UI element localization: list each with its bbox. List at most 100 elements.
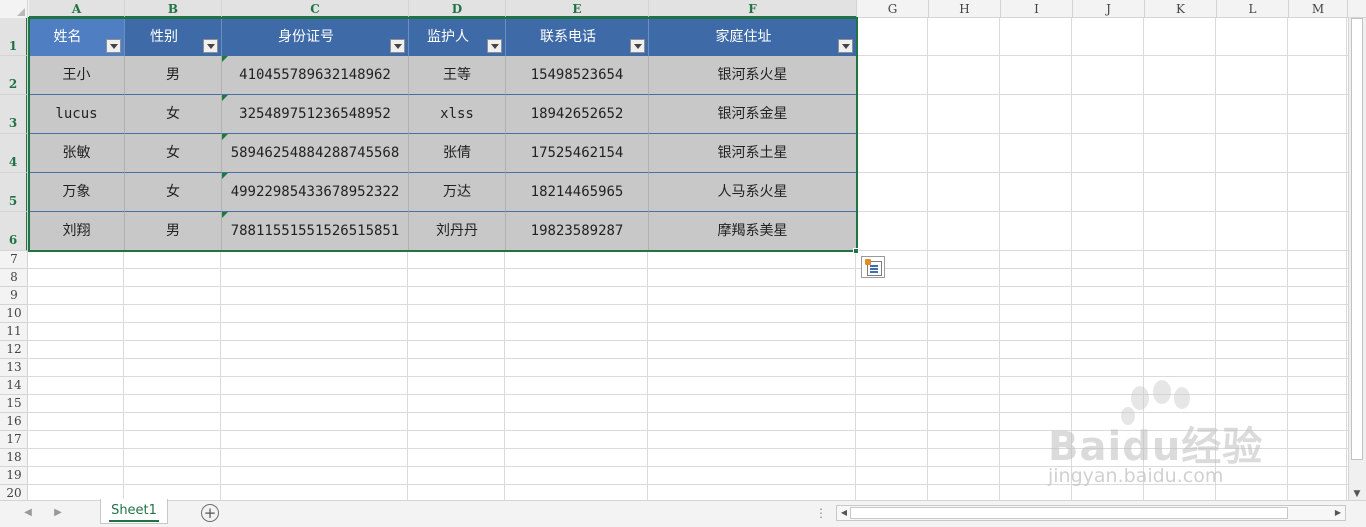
column-header-f[interactable]: F (649, 0, 857, 18)
column-header-h[interactable]: H (929, 0, 1001, 18)
row-header-17[interactable]: 17 (0, 431, 27, 449)
table-cell[interactable]: 325489751236548952 (222, 95, 409, 134)
table-cell-value: xlss (440, 106, 474, 122)
row-header-16[interactable]: 16 (0, 413, 27, 431)
table-cell-value: 摩羯系美星 (717, 223, 788, 239)
horizontal-scroll-thumb[interactable] (850, 507, 1288, 519)
table-cell[interactable]: 15498523654 (506, 56, 649, 95)
error-indicator-icon[interactable] (222, 95, 228, 101)
table-cell[interactable]: 银河系火星 (649, 56, 857, 95)
table-cell-value: lucus (55, 106, 98, 122)
grid-row-line (28, 412, 1348, 413)
table-cell[interactable]: 18214465965 (506, 173, 649, 212)
row-header-4[interactable]: 4 (0, 134, 27, 173)
table-cell-value: 张敏 (62, 145, 91, 161)
column-header-d[interactable]: D (409, 0, 506, 18)
table-cell-value: 刘翔 (62, 223, 91, 239)
filter-dropdown-icon[interactable] (203, 39, 218, 53)
column-header-b[interactable]: B (125, 0, 222, 18)
table-cell[interactable]: 17525462154 (506, 134, 649, 173)
table-header-cell[interactable]: 性别 (125, 18, 222, 56)
table-header-cell[interactable]: 联系电话 (506, 18, 649, 56)
row-header-18[interactable]: 18 (0, 449, 27, 467)
split-handle-icon[interactable]: ⋮ (815, 504, 827, 522)
row-header-13[interactable]: 13 (0, 359, 27, 377)
table-cell[interactable]: 78811551551526515851 (222, 212, 409, 251)
table-cell[interactable]: 刘翔 (29, 212, 125, 251)
table-cell[interactable]: 19823589287 (506, 212, 649, 251)
row-header-6[interactable]: 6 (0, 212, 27, 251)
table-cell[interactable]: 万象 (29, 173, 125, 212)
error-indicator-icon[interactable] (222, 212, 228, 218)
table-cell[interactable]: 女 (125, 134, 222, 173)
quick-analysis-button[interactable] (861, 256, 885, 278)
row-header-7[interactable]: 7 (0, 251, 27, 269)
table-cell[interactable]: 58946254884288745568 (222, 134, 409, 173)
table-cell[interactable]: 男 (125, 212, 222, 251)
row-header-20[interactable]: 20 (0, 485, 27, 500)
table-cell[interactable]: xlss (409, 95, 506, 134)
row-header-9[interactable]: 9 (0, 287, 27, 305)
row-header-5[interactable]: 5 (0, 173, 27, 212)
table-cell[interactable]: 银河系土星 (649, 134, 857, 173)
filter-dropdown-icon[interactable] (390, 39, 405, 53)
filter-dropdown-icon[interactable] (487, 39, 502, 53)
column-header-c[interactable]: C (222, 0, 409, 18)
next-sheet-arrow-icon[interactable]: ▶ (50, 504, 66, 522)
select-all-corner[interactable] (0, 0, 28, 18)
column-header-j[interactable]: J (1073, 0, 1145, 18)
row-header-10[interactable]: 10 (0, 305, 27, 323)
table-cell[interactable]: 人马系火星 (649, 173, 857, 212)
scroll-down-arrow-icon[interactable]: ▼ (1350, 488, 1364, 500)
row-header-15[interactable]: 15 (0, 395, 27, 413)
table-cell[interactable]: 女 (125, 95, 222, 134)
row-header-1[interactable]: 1 (0, 18, 27, 56)
column-header-m[interactable]: M (1289, 0, 1348, 18)
row-header-2[interactable]: 2 (0, 56, 27, 95)
table-cell[interactable]: 摩羯系美星 (649, 212, 857, 251)
table-header-cell[interactable]: 身份证号 (222, 18, 409, 56)
table-header-cell[interactable]: 姓名 (29, 18, 125, 56)
row-header-11[interactable]: 11 (0, 323, 27, 341)
table-cell[interactable]: 银河系金星 (649, 95, 857, 134)
scroll-right-arrow-icon[interactable]: ▶ (1331, 505, 1345, 521)
error-indicator-icon[interactable] (222, 56, 228, 62)
column-header-a[interactable]: A (29, 0, 125, 18)
column-header-l[interactable]: L (1217, 0, 1289, 18)
column-header-i[interactable]: I (1001, 0, 1073, 18)
row-header-12[interactable]: 12 (0, 341, 27, 359)
error-indicator-icon[interactable] (222, 173, 228, 179)
filter-dropdown-icon[interactable] (106, 39, 121, 53)
row-header-19[interactable]: 19 (0, 467, 27, 485)
sheet-tab-sheet1[interactable]: Sheet1 (100, 499, 168, 524)
table-cell[interactable]: 刘丹丹 (409, 212, 506, 251)
table-header-cell[interactable]: 家庭住址 (649, 18, 857, 56)
table-cell[interactable]: 410455789632148962 (222, 56, 409, 95)
error-indicator-icon[interactable] (222, 134, 228, 140)
table-cell[interactable]: 张敏 (29, 134, 125, 173)
filter-dropdown-icon[interactable] (838, 39, 853, 53)
row-header-14[interactable]: 14 (0, 377, 27, 395)
table-cell[interactable]: 万达 (409, 173, 506, 212)
table-cell[interactable]: 张倩 (409, 134, 506, 173)
prev-sheet-arrow-icon[interactable]: ◀ (20, 504, 36, 522)
column-header-e[interactable]: E (506, 0, 649, 18)
row-header-8[interactable]: 8 (0, 269, 27, 287)
table-cell[interactable]: 18942652652 (506, 95, 649, 134)
table-cell[interactable]: lucus (29, 95, 125, 134)
row-header-3[interactable]: 3 (0, 95, 27, 134)
grid-column-line (1346, 18, 1347, 500)
vertical-scroll-thumb[interactable] (1351, 18, 1363, 460)
table-cell[interactable]: 女 (125, 173, 222, 212)
filter-dropdown-icon[interactable] (630, 39, 645, 53)
table-cell[interactable]: 王小 (29, 56, 125, 95)
table-cell[interactable]: 男 (125, 56, 222, 95)
column-header-k[interactable]: K (1145, 0, 1217, 18)
table-cell[interactable]: 王等 (409, 56, 506, 95)
fill-handle[interactable] (853, 248, 859, 254)
add-sheet-button[interactable]: + (201, 504, 219, 522)
column-header-g[interactable]: G (857, 0, 929, 18)
scroll-left-arrow-icon[interactable]: ◀ (837, 505, 851, 521)
table-header-cell[interactable]: 监护人 (409, 18, 506, 56)
table-cell[interactable]: 49922985433678952322 (222, 173, 409, 212)
